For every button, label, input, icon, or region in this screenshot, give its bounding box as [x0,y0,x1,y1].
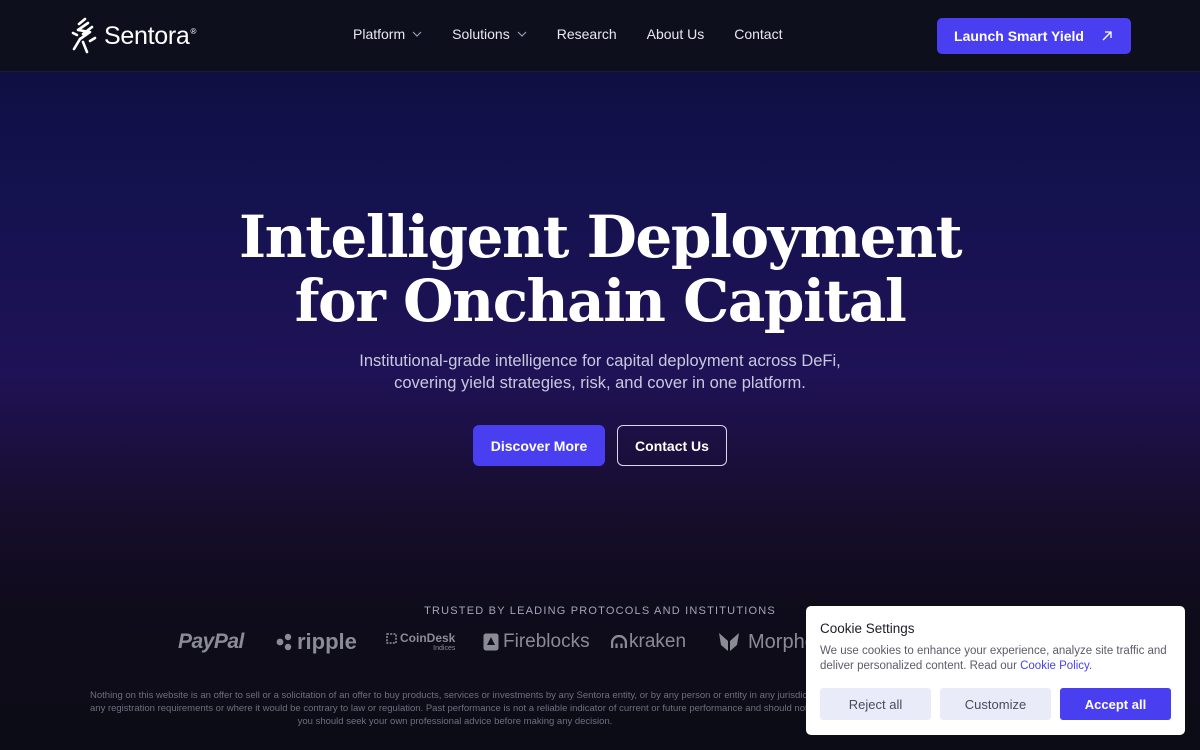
ripple-logo: ripple [274,626,357,658]
discover-more-button[interactable]: Discover More [473,425,605,466]
ripple-icon [276,633,292,651]
morpho-icon [719,633,739,651]
hero-subtitle-line-2: covering yield strategies, risk, and cov… [394,374,806,392]
sentora-logo-icon [71,17,97,54]
contact-us-button[interactable]: Contact Us [617,425,727,466]
kraken-icon [611,635,627,648]
nav-link-label: Solutions [452,26,510,42]
hero-title-line-2: for Onchain Capital [294,267,907,335]
top-navigation: Sentora® Platform Solutions Research Abo… [0,0,1200,72]
legal-disclaimer: Nothing on this website is an offer to s… [90,689,820,728]
paypal-logo-text: PayPal [178,630,244,653]
brand-logo[interactable]: Sentora® [68,16,196,56]
morpho-logo: Morpho [718,626,816,658]
cookie-description-suffix: . [1088,660,1093,672]
launch-button-label: Launch Smart Yield [954,28,1084,44]
fireblocks-logo: Fireblocks [483,626,590,658]
nav-link-label: About Us [646,26,705,42]
nav-link-about-us[interactable]: About Us [647,26,705,42]
nav-link-research[interactable]: Research [557,26,617,42]
ripple-logo-text: ripple [297,629,357,654]
hero-title: Intelligent Deployment for Onchain Capit… [0,205,1200,333]
nav-link-label: Platform [353,26,406,42]
brand-text: Sentora [104,21,190,50]
cookie-description-text: We use cookies to enhance your experienc… [820,645,1167,672]
nav-link-solutions[interactable]: Solutions [452,26,527,42]
paypal-logo: PayPal [178,626,244,658]
accept-all-button[interactable]: Accept all [1060,688,1171,720]
coindesk-icon [386,632,397,644]
kraken-logo: kraken [611,626,686,658]
disclaimer-line-2: any registration requirements or where i… [90,703,820,714]
nav-link-label: Contact [734,26,783,42]
fireblocks-logo-text: Fireblocks [503,631,590,652]
registered-mark: ® [190,27,197,37]
coindesk-logo-text: CoinDesk [400,631,456,645]
cookie-description: We use cookies to enhance your experienc… [820,644,1176,674]
hero-subtitle: Institutional-grade intelligence for cap… [0,350,1200,394]
nav-link-label: Research [556,26,617,42]
coindesk-main: CoinDesk [386,631,455,645]
hero-subtitle-line-1: Institutional-grade intelligence for cap… [359,352,841,370]
disclaimer-line-1: Nothing on this website is an offer to s… [90,690,820,701]
nav-link-contact[interactable]: Contact [734,26,782,42]
arrow-up-right-icon [1102,31,1112,41]
coindesk-logo-subtext: Indices [433,645,456,652]
coindesk-logo: CoinDesk Indices [386,626,455,658]
launch-smart-yield-button[interactable]: Launch Smart Yield [937,18,1131,54]
fireblocks-icon [483,633,499,651]
nav-links: Platform Solutions Research About Us Con… [353,26,812,42]
partner-logos: PayPal ripple CoinDesk Indices Fireblock… [178,626,818,658]
cookie-settings-title: Cookie Settings [820,621,915,636]
kraken-logo-text: kraken [629,631,687,652]
hero-title-line-1: Intelligent Deployment [238,203,963,271]
cookie-settings-dialog: Cookie Settings We use cookies to enhanc… [806,606,1185,735]
brand-name: Sentora® [104,22,196,51]
chevron-down-icon [517,31,527,37]
nav-link-platform[interactable]: Platform [353,26,422,42]
cookie-policy-link[interactable]: Cookie Policy [1020,660,1089,672]
disclaimer-line-3: you should seek your own professional ad… [297,716,613,727]
reject-all-button[interactable]: Reject all [820,688,931,720]
chevron-down-icon [412,31,422,37]
customize-button[interactable]: Customize [940,688,1051,720]
